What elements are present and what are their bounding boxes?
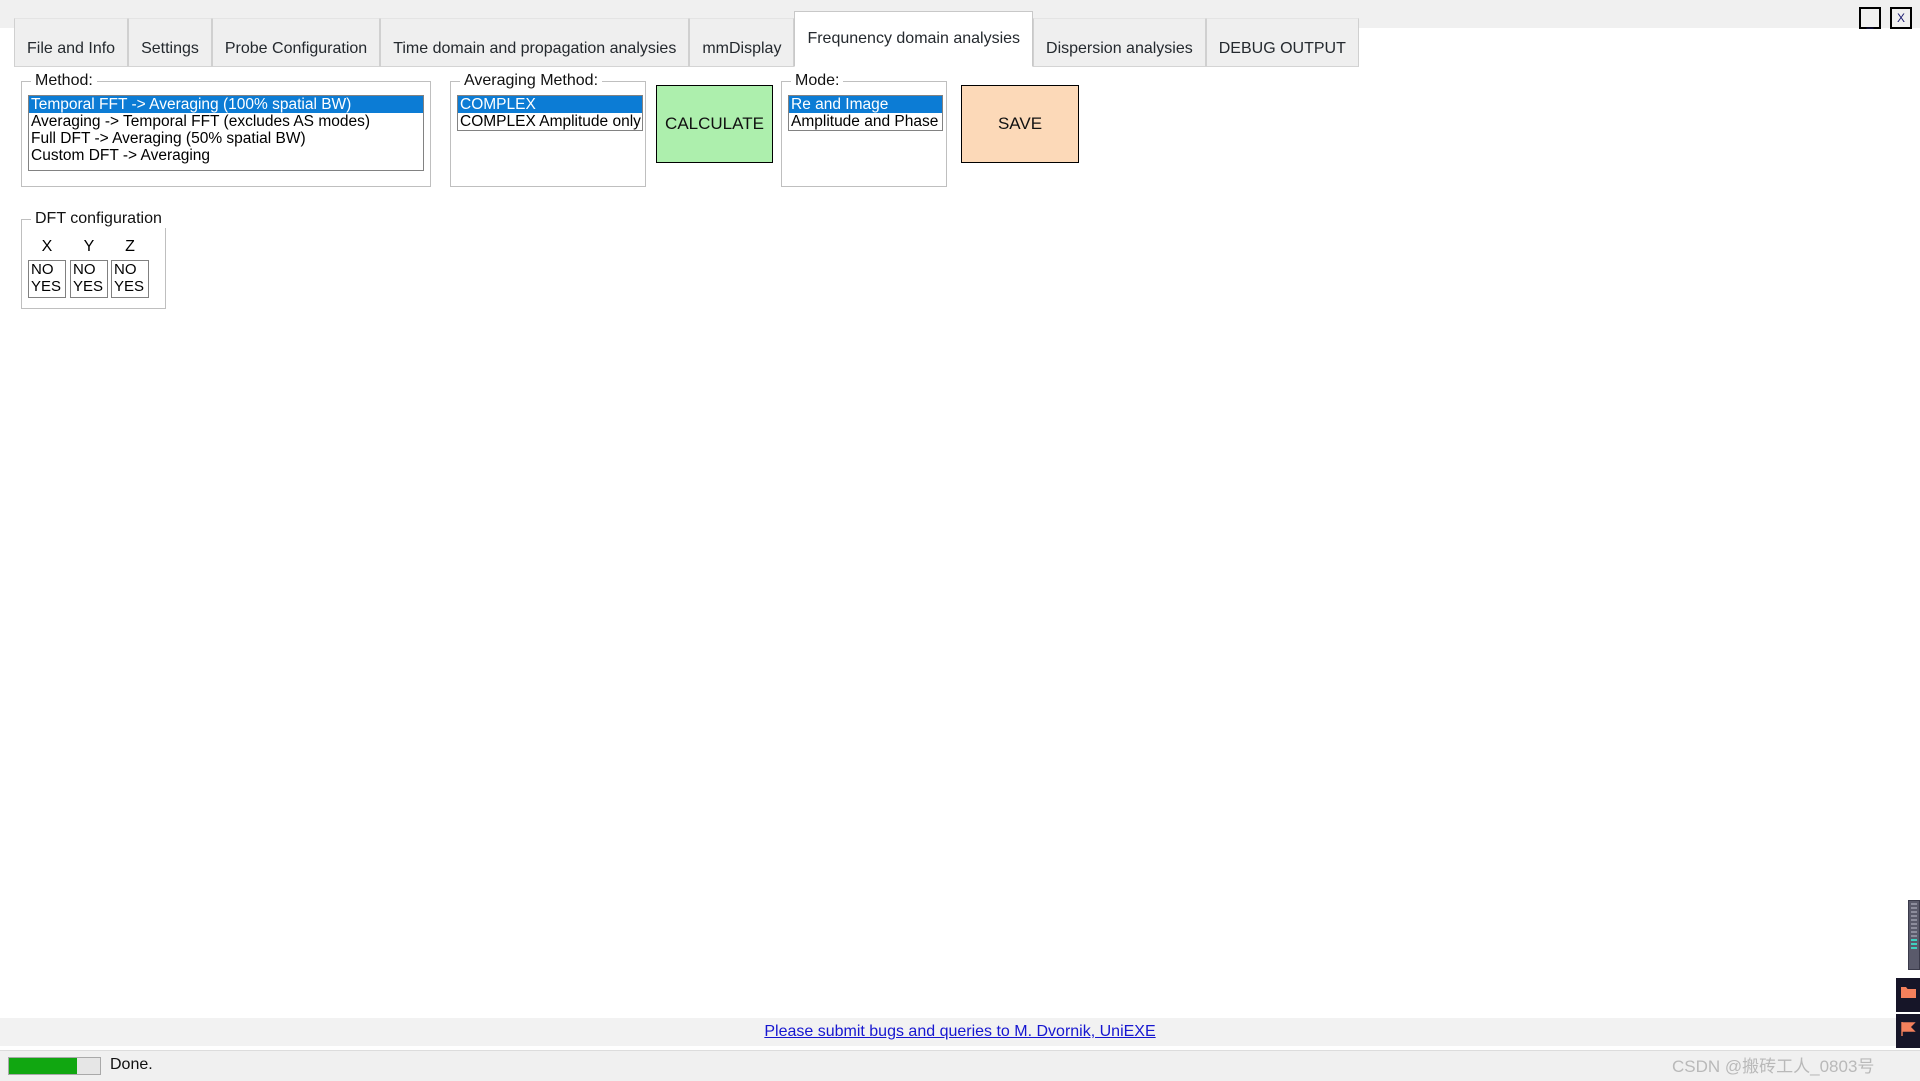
averaging-option-complex-amplitude-only[interactable]: COMPLEX Amplitude only: [458, 113, 642, 130]
dft-axis-label-y: Y: [83, 238, 95, 255]
calculate-button[interactable]: CALCULATE: [656, 85, 773, 163]
method-option-full-dft-averaging[interactable]: Full DFT -> Averaging (50% spatial BW): [29, 130, 423, 147]
tab-content-panel: Method: Temporal FFT -> Averaging (100% …: [12, 68, 1910, 1020]
dft-configuration-group-title: DFT configuration: [31, 210, 166, 228]
dft-configuration-group: DFT configuration X Y Z NO YES NO YES NO…: [21, 210, 166, 309]
tab-frequency-domain-analyses[interactable]: Frequnency domain analysies: [794, 11, 1034, 67]
watermark: CSDN @搬砖工人_0803号: [1672, 1057, 1875, 1076]
dft-y-option-yes[interactable]: YES: [71, 278, 107, 295]
dft-listbox-z[interactable]: NO YES: [111, 260, 149, 298]
status-bar: Done.: [0, 1050, 1920, 1081]
save-button[interactable]: SAVE: [961, 85, 1079, 163]
dft-z-option-no[interactable]: NO: [112, 261, 148, 278]
dft-listbox-y[interactable]: NO YES: [70, 260, 108, 298]
mode-group: Mode: Re and Image Amplitude and Phase: [781, 72, 947, 187]
scrollbar-grip-line: [1911, 903, 1917, 905]
mode-group-title: Mode:: [791, 72, 844, 90]
tab-bar: File and Info Settings Probe Configurati…: [0, 11, 1920, 68]
status-message: Done.: [110, 1056, 153, 1073]
scrollbar-grip-line: [1911, 935, 1917, 937]
method-group: Method: Temporal FFT -> Averaging (100% …: [21, 72, 431, 187]
dft-axis-label-x: X: [41, 238, 53, 255]
averaging-option-complex[interactable]: COMPLEX: [458, 96, 642, 113]
scrollbar-grip-line: [1911, 911, 1917, 913]
scrollbar-grip-line: [1911, 927, 1917, 929]
dft-z-option-yes[interactable]: YES: [112, 278, 148, 295]
scrollbar-grip-line: [1911, 939, 1917, 941]
scrollbar-grip-line: [1911, 907, 1917, 909]
method-option-custom-dft-averaging[interactable]: Custom DFT -> Averaging: [29, 147, 423, 164]
dft-axis-label-z: Z: [125, 238, 135, 255]
tab-settings[interactable]: Settings: [128, 18, 212, 67]
submit-bugs-link[interactable]: Please submit bugs and queries to M. Dvo…: [764, 1023, 1155, 1041]
averaging-method-group: Averaging Method: COMPLEX COMPLEX Amplit…: [450, 72, 646, 187]
tab-probe-configuration[interactable]: Probe Configuration: [211, 18, 381, 67]
scrollbar-grip-line: [1911, 931, 1917, 933]
mode-option-re-and-image[interactable]: Re and Image: [789, 96, 942, 113]
tab-mmdisplay[interactable]: mmDisplay: [689, 18, 795, 67]
dft-y-option-no[interactable]: NO: [71, 261, 107, 278]
tab-strip: File and Info Settings Probe Configurati…: [14, 11, 1359, 67]
method-option-averaging-temporal-fft[interactable]: Averaging -> Temporal FFT (excludes AS m…: [29, 113, 423, 130]
tab-time-domain-analyses[interactable]: Time domain and propagation analysies: [380, 18, 690, 67]
scrollbar-grip-line: [1911, 915, 1917, 917]
scrollbar-grip-line: [1911, 923, 1917, 925]
scrollbar-grip-line: [1911, 947, 1917, 949]
tab-dispersion-analyses[interactable]: Dispersion analysies: [1033, 18, 1206, 67]
progress-bar-fill: [9, 1058, 78, 1074]
application-window: _ X File and Info Settings Probe Configu…: [0, 0, 1920, 1081]
scrollbar-grip-line: [1911, 943, 1917, 945]
flag-icon[interactable]: [1896, 1014, 1920, 1048]
tab-debug-output[interactable]: DEBUG OUTPUT: [1205, 18, 1359, 67]
footer-link-bar: Please submit bugs and queries to M. Dvo…: [0, 1018, 1920, 1046]
averaging-method-group-title: Averaging Method:: [460, 72, 603, 90]
dft-x-option-yes[interactable]: YES: [29, 278, 65, 295]
method-option-temporal-fft-averaging[interactable]: Temporal FFT -> Averaging (100% spatial …: [29, 96, 423, 113]
mode-listbox[interactable]: Re and Image Amplitude and Phase: [788, 95, 943, 131]
folder-icon[interactable]: [1896, 978, 1920, 1012]
averaging-method-listbox[interactable]: COMPLEX COMPLEX Amplitude only: [457, 95, 643, 131]
scrollbar-grip-line: [1911, 919, 1917, 921]
progress-bar: [8, 1057, 101, 1075]
dft-listbox-x[interactable]: NO YES: [28, 260, 66, 298]
mode-option-amplitude-and-phase[interactable]: Amplitude and Phase: [789, 113, 942, 130]
method-listbox[interactable]: Temporal FFT -> Averaging (100% spatial …: [28, 95, 424, 171]
vertical-scrollbar-thumb[interactable]: [1908, 900, 1920, 970]
tab-file-and-info[interactable]: File and Info: [14, 18, 129, 67]
method-group-title: Method:: [31, 72, 97, 90]
dft-x-option-no[interactable]: NO: [29, 261, 65, 278]
